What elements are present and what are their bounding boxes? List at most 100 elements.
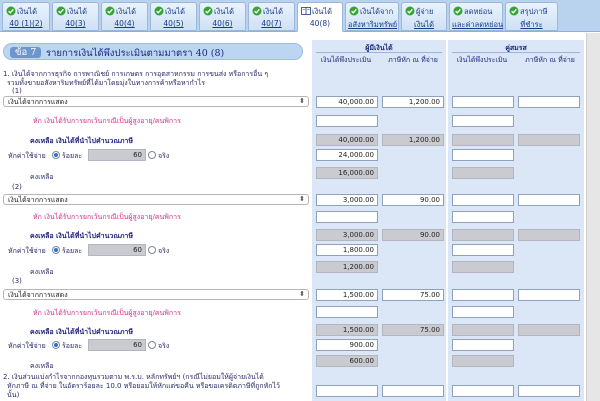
chevron-updown-icon: ⬍ xyxy=(299,290,305,298)
remaining-calc-label: คงเหลือ เงินได้ที่นำไปคำนวณภาษี xyxy=(30,232,133,240)
tab-label-top: ลดหย่อน xyxy=(464,7,493,16)
tab-label-top: ผู้จ่าย xyxy=(416,7,434,16)
tab-income-real-estate[interactable]: เงินได้จาก อสังหาริมทรัพย์ xyxy=(345,2,399,31)
scrollbar[interactable] xyxy=(586,33,600,401)
filer-tax-input[interactable]: 75.00 xyxy=(382,289,444,301)
spouse-expense-input[interactable] xyxy=(452,244,514,256)
spouse-fund-tax-input[interactable] xyxy=(518,385,580,397)
spouse-calc-income xyxy=(452,134,514,146)
percent-input[interactable]: 60 xyxy=(88,149,146,161)
percent-radio[interactable] xyxy=(52,151,60,159)
tab-tax-summary[interactable]: สรุปภาษี ที่ชำระ xyxy=(505,2,558,31)
filer-expense-input[interactable]: 1,800.00 xyxy=(316,244,378,256)
spouse-deduction-input[interactable] xyxy=(452,306,514,318)
actual-radio[interactable] xyxy=(148,341,156,349)
tab-label-bottom: 40(4) xyxy=(114,19,135,28)
filer-calc-income: 3,000.00 xyxy=(316,229,378,241)
tab-income-40-4[interactable]: เงินได้ 40(4) xyxy=(101,2,148,31)
item-number: (1) xyxy=(12,87,22,95)
actual-label: จริง xyxy=(158,342,170,350)
tab-deductions[interactable]: ลดหย่อน และค่าลดหย่อน xyxy=(449,2,503,31)
tab-label-top: เงินได้ xyxy=(116,7,136,16)
actual-label: จริง xyxy=(158,247,170,255)
spouse-income-input[interactable] xyxy=(452,289,514,301)
tab-label-bottom: 40(8) xyxy=(309,19,331,28)
percent-radio[interactable] xyxy=(52,246,60,254)
tab-income-40-1-2[interactable]: เงินได้ 40 (1)(2) xyxy=(2,2,50,31)
filer-tax-input[interactable]: 1,200.00 xyxy=(382,96,444,108)
tab-bar: เงินได้ 40 (1)(2) เงินได้ 40(3) เงินได้ … xyxy=(0,0,600,32)
filer-calc-income: 1,500.00 xyxy=(316,324,378,336)
filer-deduction-input[interactable] xyxy=(316,211,378,223)
green-check-icon xyxy=(252,6,262,16)
spouse-tax-input[interactable] xyxy=(518,96,580,108)
select-value: เงินได้จากการแสดง xyxy=(8,98,68,106)
income-type-select[interactable]: เงินได้จากการแสดง ⬍ xyxy=(3,194,309,205)
filer-deduction-input[interactable] xyxy=(316,115,378,127)
tab-label-top: เงินได้ xyxy=(214,7,234,16)
tab-income-40-8[interactable]: เงินได้ 40(8) xyxy=(297,2,343,32)
spouse-deduction-input[interactable] xyxy=(452,115,514,127)
green-check-icon xyxy=(56,6,66,16)
filer-deduction-input[interactable] xyxy=(316,306,378,318)
green-check-icon xyxy=(405,6,415,16)
spouse-tax-input[interactable] xyxy=(518,289,580,301)
filer-calc-tax: 1,200.00 xyxy=(382,134,444,146)
balance-label: คงเหลือ xyxy=(30,173,54,181)
percent-label: ร้อยละ xyxy=(62,152,83,160)
percent-label: ร้อยละ xyxy=(62,342,83,350)
green-check-icon xyxy=(105,6,115,16)
spouse-calc-tax xyxy=(518,324,580,336)
spouse-balance xyxy=(452,355,514,367)
actual-radio[interactable] xyxy=(148,151,156,159)
spouse-fund-income-input[interactable] xyxy=(452,385,514,397)
filer-calc-tax: 90.00 xyxy=(382,229,444,241)
tab-label-bottom: ที่ชำระ xyxy=(520,20,543,29)
tab-income-40-6[interactable]: เงินได้ 40(6) xyxy=(199,2,246,31)
filer-expense-input[interactable]: 24,000.00 xyxy=(316,149,378,161)
tab-income-40-5[interactable]: เงินได้ 40(5) xyxy=(150,2,197,31)
spouse-tax-col-header: ภาษีหัก ณ ที่จ่าย xyxy=(525,56,575,64)
intro-line-2: รวมทั้งขายอสังหาริมทรัพย์ที่ได้มาโดยมุ่ง… xyxy=(7,79,206,87)
filer-tax-input[interactable]: 90.00 xyxy=(382,194,444,206)
spouse-calc-income xyxy=(452,229,514,241)
tab-payer[interactable]: ผู้จ่าย เงินได้ xyxy=(401,2,447,31)
item-2-line-3: นั้น) xyxy=(7,391,20,399)
filer-expense-input[interactable]: 900.00 xyxy=(316,339,378,351)
percent-input[interactable]: 60 xyxy=(88,339,146,351)
percent-radio[interactable] xyxy=(52,341,60,349)
select-value: เงินได้จากการแสดง xyxy=(8,291,68,299)
spouse-expense-input[interactable] xyxy=(452,149,514,161)
spouse-expense-input[interactable] xyxy=(452,339,514,351)
income-type-select[interactable]: เงินได้จากการแสดง ⬍ xyxy=(3,96,309,107)
filer-balance: 1,200.00 xyxy=(316,261,378,273)
filer-balance: 600.00 xyxy=(316,355,378,367)
filer-fund-income-input[interactable] xyxy=(316,385,378,397)
income-type-select[interactable]: เงินได้จากการแสดง ⬍ xyxy=(3,289,309,300)
filer-calc-income: 40,000.00 xyxy=(316,134,378,146)
actual-radio[interactable] xyxy=(148,246,156,254)
item-number: (2) xyxy=(12,183,22,191)
percent-input[interactable]: 60 xyxy=(88,244,146,256)
remaining-calc-label: คงเหลือ เงินได้ที่นำไปคำนวณภาษี xyxy=(30,328,133,336)
tab-label-bottom: อสังหาริมทรัพย์ xyxy=(348,20,398,29)
spouse-balance xyxy=(452,167,514,179)
chevron-updown-icon: ⬍ xyxy=(299,97,305,105)
filer-income-input[interactable]: 1,500.00 xyxy=(316,289,378,301)
spouse-income-input[interactable] xyxy=(452,194,514,206)
section-title: รายการเงินได้พึงประเมินตามมาตรา 40 (8) xyxy=(46,48,225,59)
tab-income-40-3[interactable]: เงินได้ 40(3) xyxy=(52,2,99,31)
filer-income-input[interactable]: 3,000.00 xyxy=(316,194,378,206)
filer-fund-tax-input[interactable] xyxy=(382,385,444,397)
spouse-calc-income xyxy=(452,324,514,336)
tab-income-40-7[interactable]: เงินได้ 40(7) xyxy=(248,2,295,31)
divider xyxy=(452,52,580,53)
tab-label-top: เงินได้ xyxy=(263,7,283,16)
filer-income-input[interactable]: 40,000.00 xyxy=(316,96,378,108)
green-check-icon xyxy=(154,6,164,16)
spouse-deduction-input[interactable] xyxy=(452,211,514,223)
divider xyxy=(316,52,442,53)
spouse-tax-input[interactable] xyxy=(518,194,580,206)
percent-label: ร้อยละ xyxy=(62,247,83,255)
spouse-income-input[interactable] xyxy=(452,96,514,108)
